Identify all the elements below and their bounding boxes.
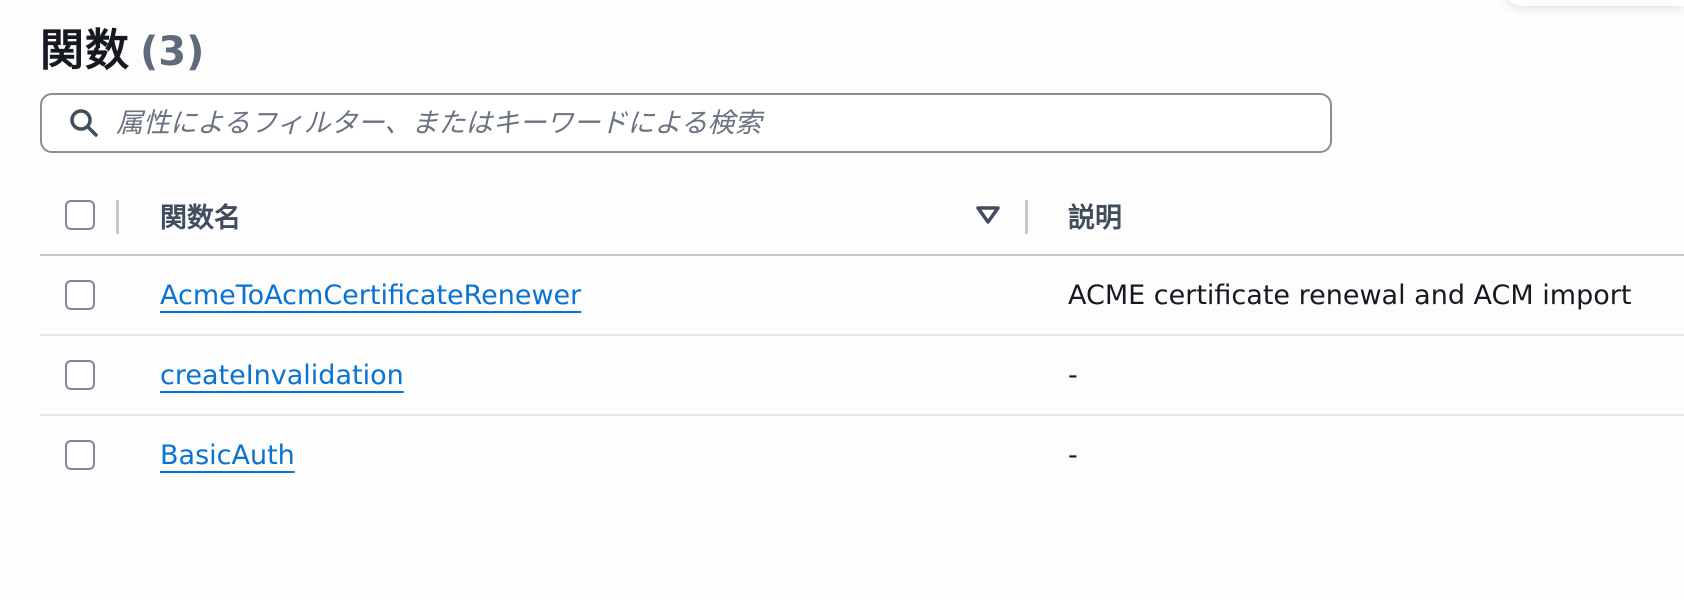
row-checkbox[interactable] [65,280,95,310]
column-divider[interactable] [116,200,119,234]
search-input[interactable] [114,98,1330,148]
table-row: AcmeToAcmCertificateRenewer ACME certifi… [40,256,1684,336]
function-name-cell: createInvalidation [160,336,404,414]
select-all-checkbox[interactable] [65,200,95,230]
function-count: (3) [140,29,205,75]
function-description: ACME certificate renewal and ACM import [1068,279,1632,311]
function-name-cell: AcmeToAcmCertificateRenewer [160,256,581,334]
function-description: - [1068,439,1078,471]
search-icon [64,103,104,143]
column-divider[interactable] [1025,200,1028,234]
column-header-name-label: 関数名 [160,202,241,234]
function-name-link[interactable]: createInvalidation [160,360,404,391]
overlay-panel-edge [1504,0,1684,6]
page-title: 関数 [40,25,130,76]
table-header-row: 関数名 説明 [40,176,1684,256]
row-checkbox[interactable] [65,360,95,390]
search-bar[interactable] [40,93,1332,153]
column-header-description-label: 説明 [1068,202,1122,234]
table-row: BasicAuth - [40,416,1684,494]
table-row: createInvalidation - [40,336,1684,416]
function-name-cell: BasicAuth [160,416,295,494]
sort-descending-icon[interactable] [974,203,1002,227]
column-header-name[interactable]: 関数名 [160,176,241,254]
column-header-description[interactable]: 説明 [1068,176,1122,254]
function-name-link[interactable]: BasicAuth [160,440,295,471]
function-name-link[interactable]: AcmeToAcmCertificateRenewer [160,280,581,311]
page-header: 関数 (3) [40,14,205,76]
functions-table: 関数名 説明 AcmeToAcmCertificateRenewer ACME … [40,176,1684,494]
functions-page: 関数 (3) 関数名 説明 [0,0,1684,600]
row-checkbox[interactable] [65,440,95,470]
function-description: - [1068,359,1078,391]
